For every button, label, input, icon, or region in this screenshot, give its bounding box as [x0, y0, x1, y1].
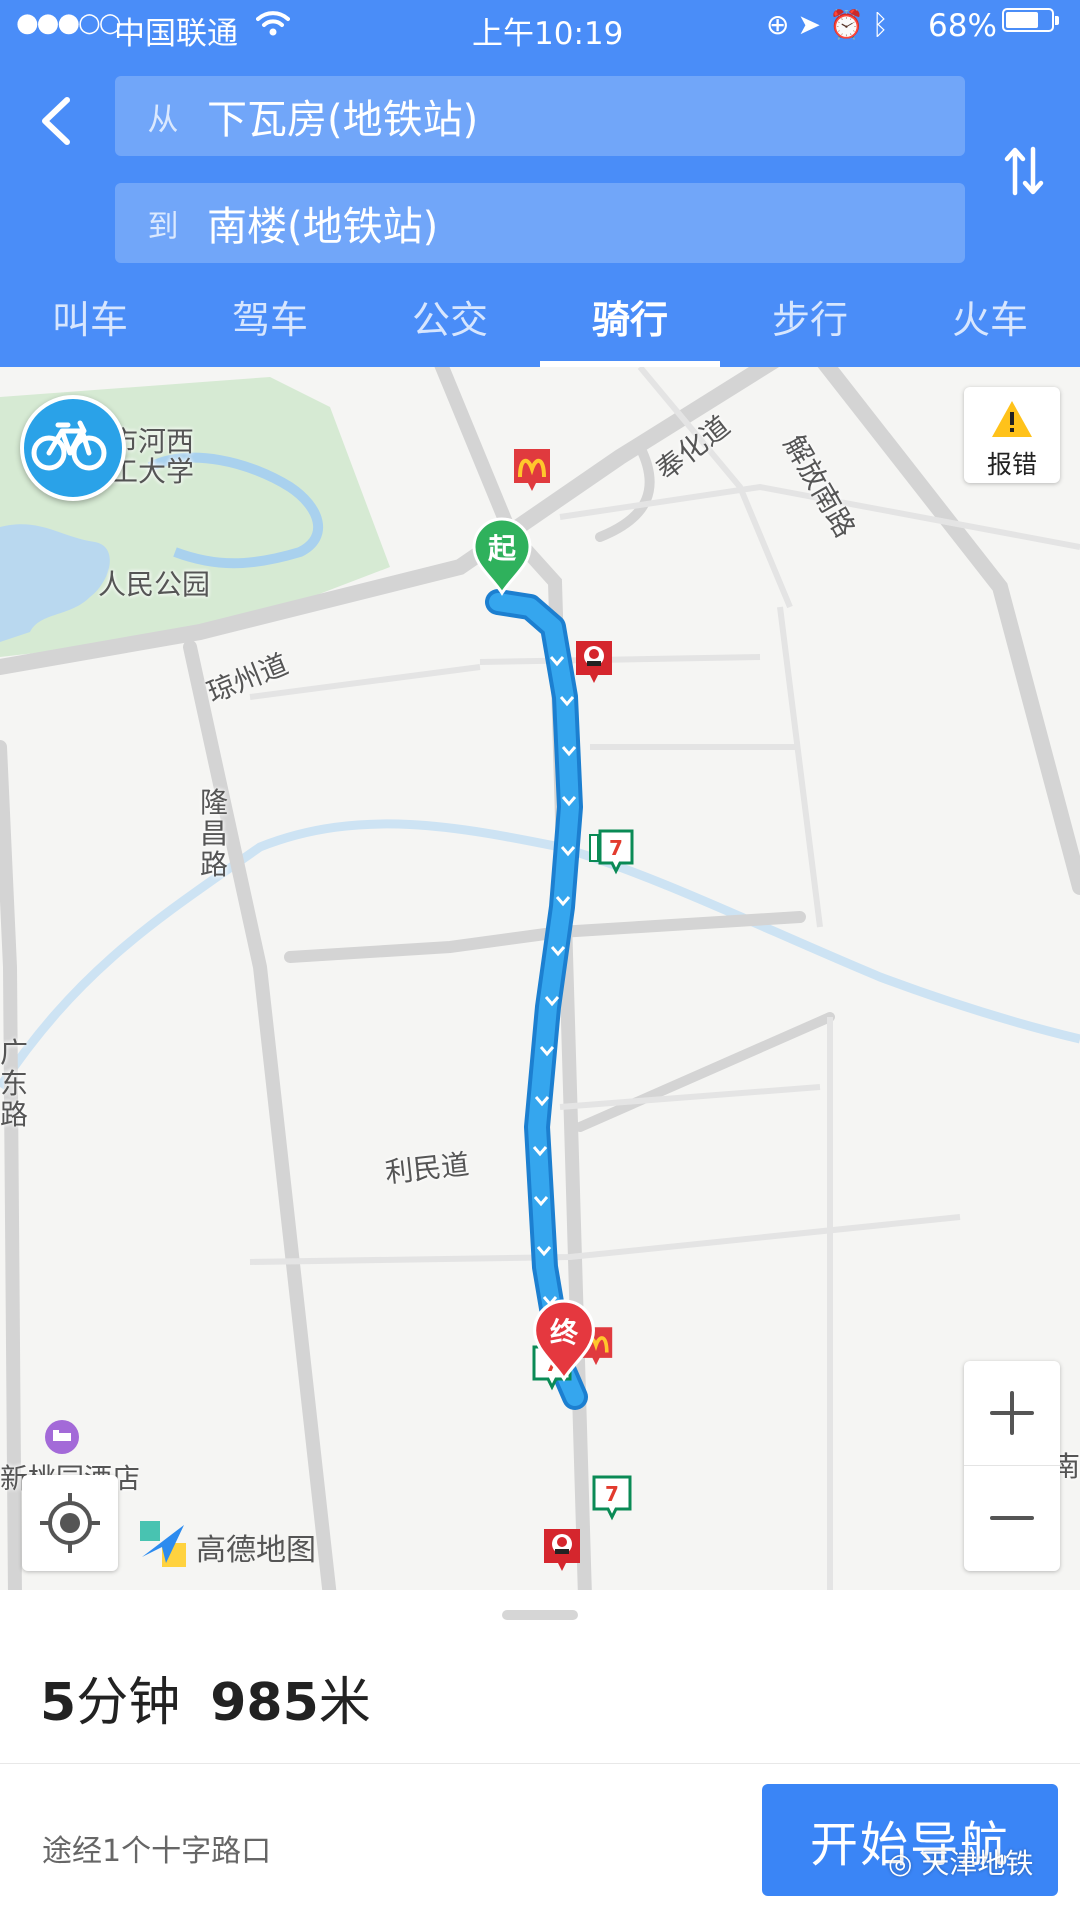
origin-field[interactable]: 从 下瓦房(地铁站) [115, 76, 965, 156]
tab-bus[interactable]: 公交 [360, 285, 540, 367]
start-marker[interactable]: 起 [472, 517, 532, 597]
carrier-name: 中国联通 [114, 16, 238, 52]
destination-prefix: 到 [147, 208, 179, 245]
status-icons: ⊕➤⏰ᛒ [766, 8, 897, 41]
route-header: ●●●○○ 中国联通 上午10:19 ⊕➤⏰ᛒ 68% 从 下瓦房(地铁站) 到… [0, 0, 1080, 367]
end-marker[interactable]: 终 [532, 1299, 596, 1383]
battery-percent: 68% [928, 8, 997, 44]
bicycle-icon [31, 420, 107, 471]
svg-text:7: 7 [609, 836, 623, 860]
map-canvas [0, 367, 1080, 1590]
transport-mode-tabs: 叫车 驾车 公交 骑行 步行 火车 [0, 285, 1080, 367]
wechat-icon: ◎ [888, 1847, 922, 1880]
back-button[interactable] [20, 86, 90, 156]
status-bar: ●●●○○ 中国联通 上午10:19 ⊕➤⏰ᛒ 68% [0, 0, 1080, 56]
end-marker-label: 终 [549, 1316, 578, 1349]
seven-eleven-icon[interactable]: 7 [588, 829, 644, 879]
tab-drive[interactable]: 驾车 [180, 285, 360, 367]
plus-icon [990, 1391, 1034, 1435]
start-marker-label: 起 [487, 532, 516, 565]
tab-train[interactable]: 火车 [900, 285, 1080, 367]
swap-route-button[interactable] [996, 136, 1052, 206]
zoom-in-button[interactable] [964, 1361, 1060, 1466]
report-error-button[interactable]: 报错 [964, 387, 1060, 483]
map-label-park: 人民公园 [98, 568, 211, 601]
report-error-label: 报错 [986, 450, 1037, 479]
zoom-out-button[interactable] [964, 1466, 1060, 1570]
destination-field[interactable]: 到 南楼(地铁站) [115, 183, 965, 263]
shared-bike-button[interactable] [20, 395, 126, 501]
zoom-control [964, 1361, 1060, 1571]
duration-unit: 分钟 [76, 1673, 181, 1733]
distance-unit: 米 [318, 1673, 371, 1733]
status-time: 上午10:19 [472, 16, 624, 52]
chevron-left-icon [42, 97, 70, 145]
tab-cycling[interactable]: 骑行 [540, 285, 720, 367]
divider [0, 1763, 1080, 1764]
watermark: ◎ 天津地铁 [888, 1842, 1033, 1882]
destination-text: 南楼(地铁站) [207, 204, 439, 250]
warning-icon [992, 401, 1032, 437]
mcdonalds-icon[interactable] [512, 447, 552, 497]
watermark-text: 天津地铁 [921, 1847, 1034, 1880]
sheet-drag-handle[interactable] [502, 1610, 578, 1620]
kfc-icon[interactable] [574, 639, 614, 689]
battery-icon [1002, 8, 1059, 32]
map-view[interactable]: 市河西 工大学 人民公园 琼州道 奉化道 解放南路 隆 昌 路 利民道 广 东 … [0, 367, 1080, 1590]
route-summary: 5分钟 985米 [40, 1660, 371, 1735]
distance-value: 985 [210, 1673, 319, 1733]
svg-text:7: 7 [605, 1482, 619, 1506]
seven-eleven-icon[interactable]: 7 [590, 1475, 634, 1521]
locate-me-button[interactable] [22, 1475, 118, 1571]
wifi-icon [256, 8, 290, 44]
tab-walk[interactable]: 步行 [720, 285, 900, 367]
route-via-info: 途经1个十字路口 [42, 1834, 272, 1869]
map-label-longchang-road: 隆 昌 路 [200, 786, 229, 881]
orientation-lock-icon: ⊕ [766, 8, 798, 41]
origin-prefix: 从 [147, 101, 179, 138]
kfc-icon[interactable] [542, 1527, 582, 1577]
swap-arrows-icon [1004, 146, 1044, 196]
duration-value: 5 [40, 1673, 77, 1733]
signal-strength: ●●●○○ [16, 8, 121, 38]
bluetooth-icon: ᛒ [871, 8, 897, 41]
tab-taxi[interactable]: 叫车 [0, 285, 180, 367]
hotel-icon[interactable] [44, 1419, 80, 1455]
location-arrow-icon: ➤ [797, 8, 829, 41]
alarm-icon: ⏰ [828, 8, 872, 41]
amap-logo-icon [140, 1521, 186, 1567]
origin-text: 下瓦房(地铁站) [207, 97, 479, 143]
minus-icon [990, 1516, 1034, 1520]
map-label-guangdong-road: 广 东 路 [0, 1036, 29, 1131]
route-summary-sheet: 5分钟 985米 途经1个十字路口 开始导航 ◎ 天津地铁 [0, 1590, 1080, 1920]
crosshair-icon [40, 1493, 100, 1553]
amap-logo-text: 高德地图 [196, 1533, 316, 1568]
